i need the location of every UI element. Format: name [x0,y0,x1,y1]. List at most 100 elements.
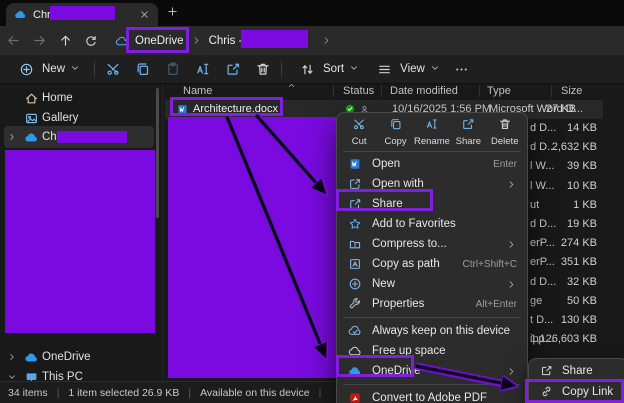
close-tab-icon[interactable] [139,9,150,20]
menu-item-new[interactable]: New [337,274,527,294]
submenu-chevron-icon [506,179,517,190]
submenu-item-share[interactable]: Share [529,360,624,381]
file-size: 2,632 KB [551,141,597,154]
file-size: 27 KB [546,103,576,115]
adobe-pdf-icon [347,391,363,403]
new-button-label: New [42,63,66,75]
status-divider: | [188,386,192,399]
up-icon[interactable] [52,29,78,53]
submenu-chevron-icon [506,366,517,377]
paste-icon[interactable] [162,57,184,81]
plus-circle-icon [347,277,363,291]
sort-button[interactable]: Sort [289,57,366,81]
wrench-icon [347,297,363,311]
breadcrumb-chris-label: Chris - [208,34,243,47]
redaction-sidebar-area [5,150,155,333]
column-name[interactable]: Name [183,85,212,97]
menu-separator [343,151,521,152]
file-size: 10 KB [567,179,597,192]
cut-icon [352,117,366,134]
copy-icon[interactable] [132,57,154,81]
new-tab-icon[interactable] [166,5,179,18]
sort-ascending-icon [287,81,296,93]
sidebar-item-onedrive[interactable]: OneDrive [4,346,154,368]
file-type: d D... [530,217,557,230]
highlight-architecture-file [170,97,283,116]
chevron-right-icon[interactable] [7,352,17,362]
file-type: l W... [530,179,555,192]
column-divider[interactable] [333,85,334,97]
onedrive-cloud-icon [24,130,39,145]
redaction-tab-title [50,6,115,20]
menu-item-add-to-favorites[interactable]: Add to Favorites [337,214,527,234]
copy-icon [389,117,403,134]
back-icon[interactable] [0,29,26,53]
column-size[interactable]: Size [561,85,582,97]
menu-item-compress-to[interactable]: Compress to... [337,234,527,254]
rename-button[interactable]: Rename [414,117,450,147]
redaction-file-list-area [168,117,336,378]
menu-item-convert-to-adobe-pdf[interactable]: Convert to Adobe PDF [337,388,527,403]
file-size: 1,126,603 KB [530,333,597,346]
forward-icon[interactable] [26,29,52,53]
file-size: 14 KB [567,122,597,134]
delete-icon [498,117,512,134]
file-size: 351 KB [560,256,597,269]
sidebar-item-label: OneDrive [42,351,91,363]
view-button[interactable]: View [366,57,447,81]
sort-button-label: Sort [323,63,345,75]
file-type: ut [530,198,540,211]
file-size: 39 KB [567,160,597,173]
menu-item-properties[interactable]: Properties Alt+Enter [337,294,527,314]
delete-icon[interactable] [252,57,274,81]
column-divider[interactable] [479,85,480,97]
file-size: 1 KB [573,198,597,211]
sidebar-item-label: Home [42,92,73,104]
cut-button[interactable]: Cut [341,117,377,147]
refresh-icon[interactable] [78,29,104,53]
cloud-check-icon [347,324,363,338]
sidebar-scrollbar[interactable] [156,88,159,218]
copy-path-icon [347,257,363,271]
highlight-menu-share [336,189,433,211]
column-date[interactable]: Date modified [390,85,458,97]
menu-separator [343,317,521,318]
more-options-icon[interactable] [451,57,473,81]
command-bar: New Sort View [0,55,624,84]
menu-item-copy-as-path[interactable]: Copy as path Ctrl+Shift+C [337,254,527,274]
file-type: t D... [530,313,554,326]
highlight-copy-link [525,379,624,403]
new-button[interactable]: New [8,57,87,81]
chevron-right-icon [321,35,332,46]
navigation-bar: OneDrive Chris - [0,26,624,55]
rename-icon [425,117,439,134]
quick-actions: Cut Copy Rename Share Delete [337,113,527,149]
status-divider: | [56,386,60,399]
highlight-breadcrumb-onedrive [126,27,189,53]
toolbar-separator [94,61,96,77]
column-status[interactable]: Status [343,85,374,97]
column-type[interactable]: Type [487,85,511,97]
share-button[interactable]: Share [450,117,486,147]
sidebar-item-label: Gallery [42,112,79,124]
redaction-sidebar-label [57,131,127,143]
rename-icon[interactable] [192,57,214,81]
column-divider[interactable] [381,85,382,97]
sidebar-item-home[interactable]: Home [4,87,154,109]
onedrive-cloud-icon [14,8,27,21]
file-size: 19 KB [567,217,597,230]
compress-icon [347,237,363,251]
delete-button[interactable]: Delete [487,117,523,147]
share-icon[interactable] [222,57,244,81]
star-icon [347,217,363,231]
chevron-down-icon [349,63,359,76]
column-divider[interactable] [551,85,552,97]
submenu-chevron-icon [506,239,517,250]
menu-item-open[interactable]: Open Enter [337,154,527,174]
menu-item-always-keep-on-device[interactable]: Always keep on this device [337,321,527,341]
cut-icon[interactable] [102,57,124,81]
copy-button[interactable]: Copy [378,117,414,147]
chevron-down-icon [70,63,80,76]
chevron-right-icon[interactable] [7,132,17,142]
menu-separator [343,384,521,385]
